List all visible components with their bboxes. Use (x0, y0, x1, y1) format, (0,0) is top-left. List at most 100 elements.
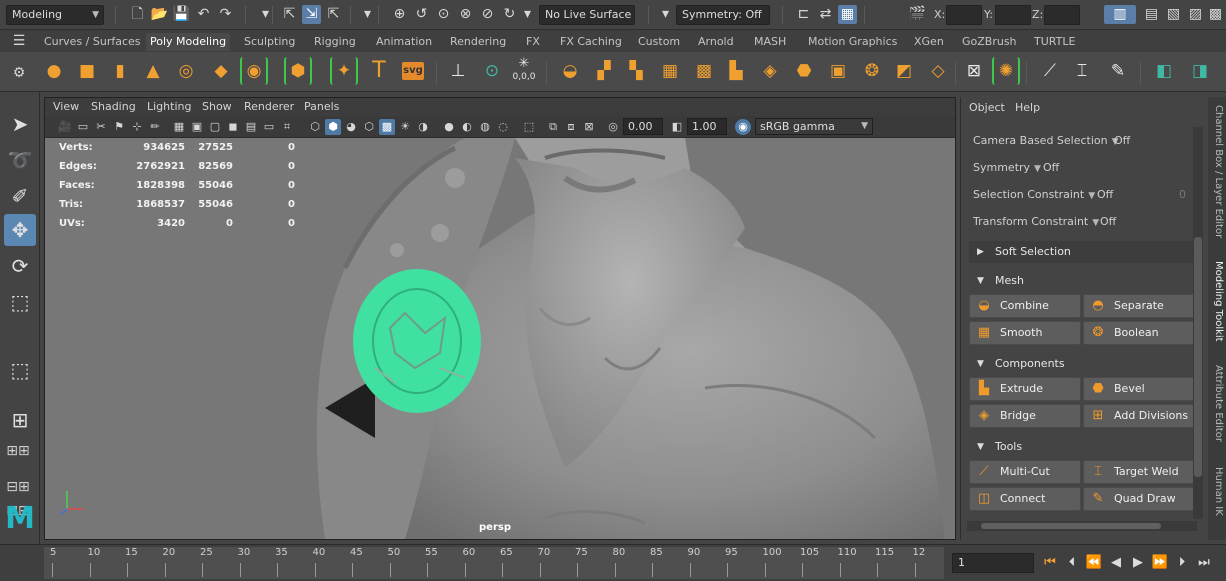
shelf-tab-mash[interactable]: MASH (750, 33, 790, 51)
ambient-occlusion-icon[interactable]: ● (441, 119, 457, 135)
time-slider-track[interactable]: 5 10 15 20 25 30 35 40 45 50 55 60 65 70 75 80 85 90 95 100… (44, 547, 944, 579)
horizontal-scrollbar[interactable] (967, 521, 1197, 531)
poly-torus-icon[interactable]: ◎ (172, 57, 200, 85)
poly-plane-icon[interactable]: ◆ (207, 57, 235, 85)
persp-outliner-layout-icon[interactable]: ⊟⊞ (4, 474, 32, 500)
single-perspective-layout-icon[interactable]: ⊞ (4, 404, 36, 436)
shelf-tab-xgen[interactable]: XGen (910, 33, 948, 51)
gamma-icon[interactable]: ◧ (669, 119, 685, 135)
live-surface-field[interactable]: No Live Surface (539, 5, 635, 25)
center-pivot-icon[interactable]: ⊥ (444, 57, 472, 85)
viewport-menu-show[interactable]: Show (202, 100, 232, 113)
field-chart-icon[interactable]: ▤ (243, 119, 259, 135)
redo-icon[interactable]: ↷ (216, 5, 235, 24)
attribute-editor-toggle-icon[interactable]: ▧ (1164, 5, 1183, 24)
render-view-icon[interactable]: ▦ (838, 5, 857, 24)
select-tool-icon[interactable]: ➤ (4, 108, 36, 140)
shelf-tab-fx-caching[interactable]: FX Caching (556, 33, 626, 51)
shelf-extra-icon[interactable]: ◨ (1186, 57, 1214, 85)
x-field[interactable] (946, 5, 982, 25)
multi-cut-button[interactable]: ⟋ Multi-Cut (969, 460, 1081, 484)
bookmark-icon[interactable]: ✂ (93, 119, 109, 135)
isolate-select-icon[interactable]: ⬚ (521, 119, 537, 135)
construction-history-icon[interactable]: ⇄ (816, 5, 835, 24)
resolution-gate-icon[interactable]: ▢ (207, 119, 223, 135)
quad-draw-shelf-icon[interactable]: ✎ (1104, 57, 1132, 85)
gamma-field[interactable]: 1.00 (687, 118, 727, 135)
image-plane-icon[interactable]: ⚑ (111, 119, 127, 135)
shelf-tab-sculpting[interactable]: Sculpting (240, 33, 299, 51)
shelf-tab-turtle[interactable]: TURTLE (1030, 33, 1079, 51)
mode-menu-dropdown[interactable]: Modeling ▼ (6, 5, 104, 25)
snap-grid-icon[interactable]: ⊕ (390, 5, 409, 24)
poly-cube-icon[interactable]: ■ (73, 57, 101, 85)
safe-title-icon[interactable]: ⌗ (279, 119, 295, 135)
viewport-canvas[interactable]: Verts: 934625 27525 0 Edges: 2762921 825… (45, 138, 955, 539)
shelf-options-gear-icon[interactable]: ⚙ (10, 64, 28, 83)
anti-aliasing-icon[interactable]: ◍ (477, 119, 493, 135)
bridge-button[interactable]: ◈ Bridge (969, 404, 1081, 428)
shelf-tab-curves-surfaces[interactable]: Curves / Surfaces (40, 33, 145, 51)
wireframe-icon[interactable]: ⬡ (307, 119, 323, 135)
add-divisions-button[interactable]: ⊞ Add Divisions (1083, 404, 1195, 428)
select-object-icon[interactable]: ⇲ (302, 5, 321, 24)
grease-pencil-icon[interactable]: ✏ (147, 119, 163, 135)
toolkit-menu-help[interactable]: Help (1015, 101, 1040, 114)
input-connections-icon[interactable]: ⊏ (794, 5, 813, 24)
2d-pan-zoom-icon[interactable]: ⊹ (129, 119, 145, 135)
boolean-shelf-icon[interactable]: ❂ (858, 57, 886, 85)
shelf-tab-motion-graphics[interactable]: Motion Graphics (804, 33, 901, 51)
shelf-tab-custom[interactable]: Custom (634, 33, 684, 51)
extrude-shelf-icon[interactable]: ▙ (722, 57, 750, 85)
origin-icon[interactable]: ✳ 0,0,0 (510, 57, 538, 85)
camera-based-selection-row[interactable]: Camera Based Selection ▼ (973, 131, 1119, 151)
toolkit-menu-object[interactable]: Object (969, 101, 1005, 114)
boolean-button[interactable]: ❂ Boolean (1083, 321, 1195, 345)
xray-joints-icon[interactable]: ⧈ (563, 119, 579, 135)
open-scene-icon[interactable]: 📂 (150, 5, 169, 24)
paint-select-tool-icon[interactable]: ✐ (4, 180, 36, 212)
poly-disc-icon[interactable]: ◉ (240, 57, 268, 85)
viewport-menu-shading[interactable]: Shading (91, 100, 136, 113)
camera-attributes-icon[interactable]: ▭ (75, 119, 91, 135)
selection-constraint-row[interactable]: Selection Constraint ▼ (973, 185, 1095, 205)
uv-editor-icon[interactable]: ⊠ (960, 57, 988, 85)
symmetry-dropdown[interactable]: Symmetry: Off (676, 5, 770, 25)
textured-icon[interactable]: ▩ (379, 119, 395, 135)
film-gate-icon[interactable]: ▣ (189, 119, 205, 135)
undo-icon[interactable]: ↶ (194, 5, 213, 24)
options-chevron-icon[interactable]: ▾ (358, 5, 377, 24)
target-weld-button[interactable]: ⌶ Target Weld (1083, 460, 1195, 484)
shelf-tab-gozbrush[interactable]: GoZBrush (958, 33, 1021, 51)
super-shape-icon[interactable]: ✦ (330, 57, 358, 85)
vertical-scrollbar[interactable] (1193, 127, 1203, 519)
new-scene-icon[interactable]: 🗋 (128, 5, 147, 24)
channel-box-toggle-icon[interactable]: ▩ (1206, 5, 1225, 24)
play-forwards-icon[interactable]: ▶ (1128, 553, 1148, 573)
soft-selection-section[interactable]: ▶ Soft Selection (969, 241, 1197, 263)
four-view-layout-icon[interactable]: ⊞⊞ (4, 438, 32, 464)
symmetry-row[interactable]: Symmetry ▼ (973, 158, 1041, 178)
scrollbar-thumb[interactable] (1194, 237, 1202, 477)
motion-blur-icon[interactable]: ◐ (459, 119, 475, 135)
side-tab-human-ik[interactable]: Human IK (1210, 467, 1224, 516)
modeling-toolkit-toggle-icon[interactable]: ▤ (1142, 5, 1161, 24)
shelf-tab-poly-modeling[interactable]: Poly Modeling (146, 33, 231, 51)
smooth-shade-icon[interactable]: ⬢ (325, 119, 341, 135)
components-section[interactable]: ▼ Components (969, 353, 1197, 375)
reduce-shelf-icon[interactable]: ▩ (690, 57, 718, 85)
combine-shelf-icon[interactable]: ◒ (556, 57, 584, 85)
current-frame-field[interactable]: 1 (952, 553, 1034, 573)
render-frame-icon[interactable]: 🎬 (908, 5, 927, 24)
quad-draw-button[interactable]: ✎ Quad Draw (1083, 487, 1195, 511)
append-polygon-icon[interactable]: ◇ (924, 57, 952, 85)
scrollbar-thumb[interactable] (981, 523, 1161, 529)
poly-sphere-icon[interactable]: ● (40, 57, 68, 85)
shadows-icon[interactable]: ◑ (415, 119, 431, 135)
poly-cone-icon[interactable]: ▲ (139, 57, 167, 85)
shelf-tab-rendering[interactable]: Rendering (446, 33, 510, 51)
tool-settings-toggle-icon[interactable]: ▨ (1186, 5, 1205, 24)
shelf-tab-fx[interactable]: FX (522, 33, 544, 51)
step-back-key-icon[interactable]: ⏪ (1084, 553, 1104, 573)
bevel-button[interactable]: ⬣ Bevel (1083, 377, 1195, 401)
